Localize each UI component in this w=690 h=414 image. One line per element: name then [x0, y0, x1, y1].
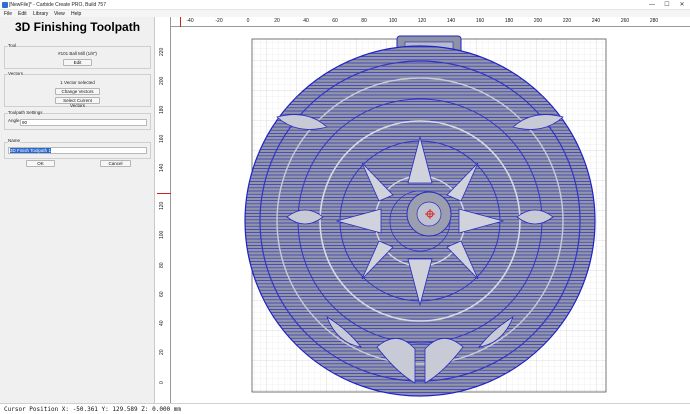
canvas-drawing[interactable] — [157, 17, 690, 403]
minimize-button[interactable]: — — [645, 0, 659, 10]
y-tick-label: 140 — [159, 163, 165, 172]
y-tick-label: 40 — [159, 320, 165, 326]
y-tick-label: 120 — [159, 201, 165, 210]
title-bar: [NewFile]* - Carbide Create PRO, Build 7… — [0, 0, 690, 10]
close-button[interactable]: ✕ — [675, 0, 689, 10]
x-tick-label: 260 — [620, 18, 630, 24]
menu-bar: File Edit Library View Help — [0, 10, 690, 17]
y-tick-label: 80 — [159, 262, 165, 268]
toolpath-name-input[interactable]: 3D Finish Toolpath 1 — [8, 147, 147, 154]
x-tick-label: 40 — [303, 18, 309, 24]
tool-name: #101 Ball Mill (1/8") — [58, 51, 97, 56]
cancel-button[interactable]: Cancel — [100, 160, 131, 167]
x-tick-label: 100 — [388, 18, 398, 24]
x-tick-label: 20 — [274, 18, 280, 24]
angle-input[interactable]: 90 — [20, 119, 147, 126]
y-tick-label: 100 — [159, 230, 165, 239]
x-tick-label: 280 — [649, 18, 659, 24]
x-tick-label: 120 — [417, 18, 427, 24]
window-title: [NewFile]* - Carbide Create PRO, Build 7… — [9, 2, 106, 8]
ruler-cursor-marker-x — [180, 17, 181, 27]
x-tick-label: 240 — [591, 18, 601, 24]
toolpath-settings-label: Toolpath Settings — [8, 110, 43, 115]
horizontal-ruler: -40 -20 0 20 40 60 80 100 120 140 160 18… — [157, 17, 690, 27]
x-tick-label: 0 — [246, 18, 250, 24]
y-tick-label: 0 — [159, 381, 165, 384]
design-canvas[interactable]: -40 -20 0 20 40 60 80 100 120 140 160 18… — [157, 17, 690, 403]
y-tick-label: 220 — [159, 47, 165, 56]
angle-label: Angle — [8, 118, 20, 123]
angle-value: 90 — [22, 120, 28, 125]
ruler-cursor-marker-y — [157, 193, 171, 194]
panel-heading: 3D Finishing Toolpath — [14, 20, 141, 34]
toolpath-panel: 3D Finishing Toolpath Tool #101 Ball Mil… — [0, 17, 155, 403]
edit-tool-button[interactable]: Edit — [63, 59, 92, 66]
app-icon — [2, 2, 8, 8]
ok-button[interactable]: OK — [26, 160, 55, 167]
tool-section-label: Tool — [8, 43, 17, 48]
x-tick-label: 80 — [361, 18, 367, 24]
toolpath-name-value: 3D Finish Toolpath 1 — [10, 148, 51, 153]
vertical-ruler: 220 200 180 160 140 120 100 80 60 40 20 … — [157, 17, 171, 403]
cursor-position-readout: Cursor Position X: -50.361 Y: 129.589 Z:… — [4, 406, 182, 413]
x-tick-label: -40 — [186, 18, 194, 24]
y-tick-label: 200 — [159, 76, 165, 85]
x-tick-label: 180 — [504, 18, 514, 24]
x-tick-label: 60 — [332, 18, 338, 24]
change-vectors-button[interactable]: Change Vectors — [55, 88, 100, 95]
maximize-button[interactable]: ☐ — [660, 0, 674, 10]
x-tick-label: 220 — [562, 18, 572, 24]
status-bar: Cursor Position X: -50.361 Y: 129.589 Z:… — [0, 403, 690, 414]
y-tick-label: 180 — [159, 105, 165, 114]
select-current-vectors-button[interactable]: Select Current Vectors — [55, 97, 100, 108]
y-tick-label: 20 — [159, 349, 165, 355]
y-tick-label: 60 — [159, 291, 165, 297]
x-tick-label: -20 — [215, 18, 223, 24]
y-tick-label: 160 — [159, 134, 165, 143]
x-tick-label: 140 — [446, 18, 456, 24]
vectors-status: 1 Vector selected — [60, 80, 95, 85]
name-section-label: Name — [8, 138, 21, 143]
x-tick-label: 200 — [533, 18, 543, 24]
vectors-section-label: Vectors — [8, 71, 24, 76]
x-tick-label: 160 — [475, 18, 485, 24]
